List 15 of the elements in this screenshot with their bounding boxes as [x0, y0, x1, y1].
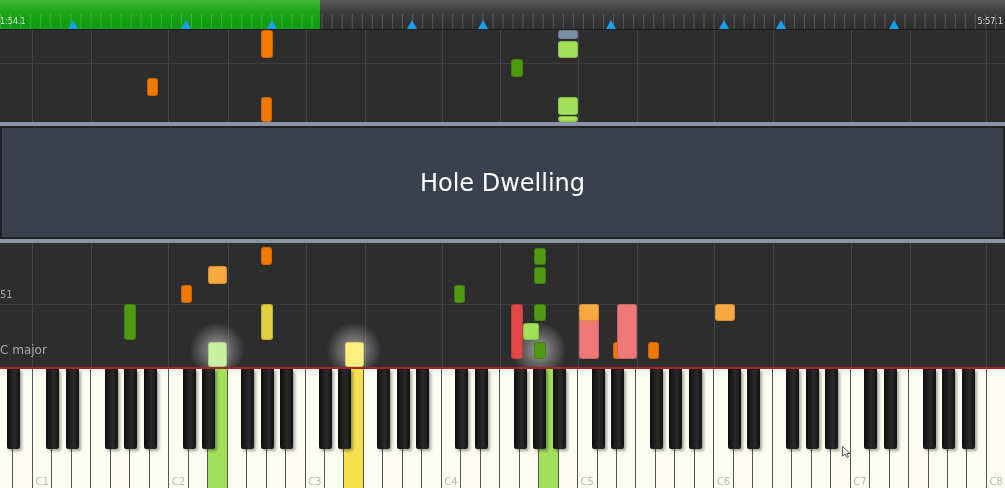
progress-bar[interactable]: 1:54.1 5:57.1 — [0, 0, 1005, 30]
octave-label: C6 — [716, 476, 731, 487]
octave-label: C1 — [35, 476, 49, 487]
total-time: 5:57.1 — [977, 17, 1003, 26]
elapsed-time: 1:54.1 — [0, 17, 26, 26]
octave-label: C4 — [444, 476, 458, 487]
key-signature: C major — [0, 343, 47, 357]
mouse-cursor-icon — [842, 446, 851, 458]
octave-label: C8 — [989, 476, 1003, 487]
song-title: Hole Dwelling — [419, 168, 586, 197]
octave-label: C3 — [308, 476, 322, 487]
octave-label: C2 — [171, 476, 186, 487]
octave-label: C5 — [580, 476, 594, 487]
measure-number: 51 — [0, 289, 13, 300]
octave-label: C7 — [853, 476, 867, 487]
